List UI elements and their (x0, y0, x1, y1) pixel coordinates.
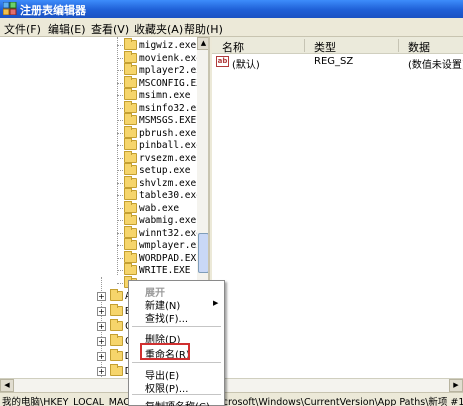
expand-icon[interactable]: + (97, 352, 106, 361)
expand-icon[interactable]: + (97, 367, 106, 376)
folder-icon (110, 349, 123, 361)
registry-editor-icon (3, 2, 17, 15)
value-type: REG_SZ (314, 56, 354, 67)
scroll-left-icon[interactable]: ◀ (0, 379, 14, 392)
menu-favorites[interactable]: 收藏夹(A) (134, 21, 183, 37)
folder-icon (124, 38, 137, 50)
folder-icon (124, 163, 137, 175)
expand-icon[interactable]: + (97, 292, 106, 301)
folder-icon (110, 334, 123, 346)
value-data: (数值未设置) (408, 60, 463, 71)
folder-icon (110, 289, 123, 301)
expand-icon[interactable]: + (97, 307, 106, 316)
scroll-right-icon[interactable]: ▶ (449, 379, 463, 392)
menu-view[interactable]: 查看(V) (91, 21, 129, 37)
menu-separator (132, 326, 221, 327)
status-path: 我的电脑\HKEY_LOCAL_MACHINE\SOFTWARE\Microso… (2, 397, 463, 406)
string-value-icon: ab (216, 56, 229, 67)
menu-help[interactable]: 帮助(H) (184, 21, 223, 37)
menu-separator (132, 362, 221, 363)
menu-file[interactable]: 文件(F) (4, 21, 41, 37)
window-title: 注册表编辑器 (20, 4, 86, 17)
folder-icon (124, 138, 137, 150)
value-list-pane[interactable]: 名称 类型 数据 ab (默认) REG_SZ (数值未设置) (212, 37, 463, 378)
status-bar: 我的电脑\HKEY_LOCAL_MACHINE\SOFTWARE\Microso… (0, 392, 463, 406)
context-menu: 展开 新建(N) ▶ 查找(F)... 删除(D) 重命名(R) 导出(E) 权限… (128, 280, 225, 406)
folder-icon (124, 63, 137, 75)
folder-icon (124, 88, 137, 100)
scroll-up-icon[interactable]: ▲ (197, 37, 208, 50)
folder-icon (124, 176, 137, 188)
folder-icon (124, 51, 137, 63)
rename-highlight-box (140, 343, 190, 360)
menu-edit[interactable]: 编辑(E) (48, 21, 86, 37)
expand-icon[interactable]: + (97, 337, 106, 346)
menu-item-copy-key-name[interactable]: 复制项名称(C) (129, 396, 224, 406)
menu-separator (132, 394, 221, 395)
list-item[interactable]: ab (默认) REG_SZ (数值未设置) (212, 55, 463, 71)
folder-icon (124, 151, 137, 163)
folder-icon (124, 126, 137, 138)
folder-icon (124, 101, 137, 113)
menu-bar: 文件(F) 编辑(E) 查看(V) 收藏夹(A) 帮助(H) (0, 18, 463, 37)
folder-icon (110, 304, 123, 316)
submenu-arrow-icon: ▶ (213, 299, 219, 307)
menu-item-permissions[interactable]: 权限(P)... (129, 378, 224, 395)
title-bar: 注册表编辑器 (0, 0, 463, 18)
folder-icon (124, 238, 137, 250)
expand-icon[interactable]: + (97, 322, 106, 331)
folder-icon (124, 213, 137, 225)
value-name: (默认) (232, 60, 260, 71)
folder-icon (124, 201, 137, 213)
folder-icon (124, 113, 137, 125)
folder-icon (124, 76, 137, 88)
column-name[interactable]: 名称 (222, 39, 244, 55)
column-data[interactable]: 数据 (408, 39, 430, 55)
folder-icon (124, 226, 137, 238)
folder-icon (124, 251, 137, 263)
folder-icon (110, 364, 123, 376)
folder-icon (124, 188, 137, 200)
tree-scroll-thumb[interactable] (198, 233, 208, 273)
menu-item-find[interactable]: 查找(F)... (129, 308, 224, 325)
list-header: 名称 类型 数据 (212, 37, 463, 54)
folder-icon (124, 263, 137, 275)
column-type[interactable]: 类型 (314, 39, 336, 55)
folder-icon (110, 319, 123, 331)
horizontal-scrollbar[interactable]: ◀ ▶ (0, 378, 463, 392)
